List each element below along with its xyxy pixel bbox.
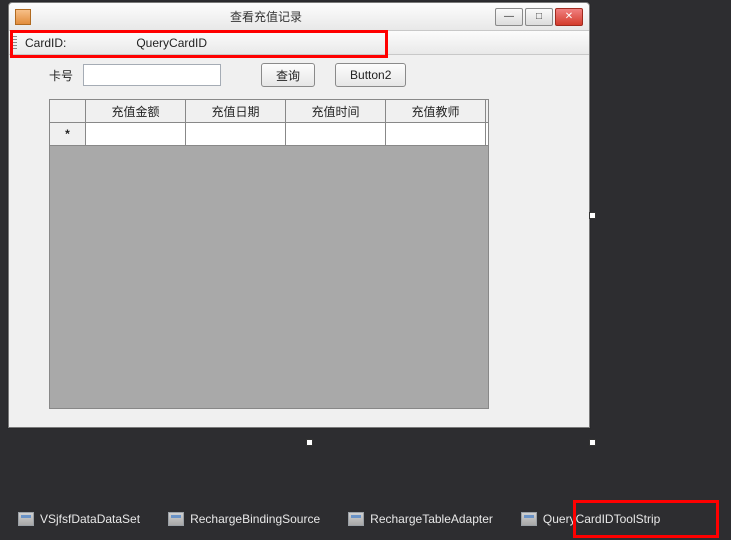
tray-toolstrip[interactable]: QueryCardIDToolStrip [521,506,660,532]
col-teacher[interactable]: 充值教师 [386,100,486,122]
titlebar[interactable]: 查看充值记录 — □ ✕ [9,3,589,31]
component-tray[interactable]: VSjfsfDataDataSet RechargeBindingSource … [18,506,660,532]
cell[interactable] [386,123,486,145]
selection-handle-right[interactable] [589,212,596,219]
maximize-button[interactable]: □ [525,8,553,26]
card-number-label: 卡号 [49,67,73,84]
bindingsource-icon [168,512,184,526]
selection-handle-corner[interactable] [589,439,596,446]
minimize-button[interactable]: — [495,8,523,26]
cell[interactable] [286,123,386,145]
cell[interactable] [86,123,186,145]
card-number-input[interactable] [83,64,221,86]
form-window[interactable]: 查看充值记录 — □ ✕ CardID: QueryCardID 卡号 查询 B… [8,2,590,428]
datagrid-new-row[interactable]: * [50,123,488,146]
cell[interactable] [186,123,286,145]
col-time[interactable]: 充值时间 [286,100,386,122]
toolstrip-grip-icon [13,36,17,50]
designer-surface[interactable]: 查看充值记录 — □ ✕ CardID: QueryCardID 卡号 查询 B… [8,2,592,442]
datagrid-header: 充值金额 充值日期 充值时间 充值教师 [50,100,488,123]
button2[interactable]: Button2 [335,63,406,87]
new-row-indicator: * [50,123,86,145]
query-button[interactable]: 查询 [261,63,315,87]
query-toolstrip[interactable]: CardID: QueryCardID [9,31,589,55]
tray-label: QueryCardIDToolStrip [543,512,660,526]
datagrid[interactable]: 充值金额 充值日期 充值时间 充值教师 * [49,99,489,409]
row-header-corner [50,100,86,122]
form-body: 卡号 查询 Button2 充值金额 充值日期 充值时间 充值教师 * [9,55,589,427]
app-icon [15,9,31,25]
col-amount[interactable]: 充值金额 [86,100,186,122]
tray-label: VSjfsfDataDataSet [40,512,140,526]
toolstrip-icon [521,512,537,526]
tray-label: RechargeTableAdapter [370,512,493,526]
window-buttons: — □ ✕ [495,8,583,26]
close-button[interactable]: ✕ [555,8,583,26]
toolstrip-querycardid-text[interactable]: QueryCardID [136,36,207,50]
tray-bindingsource[interactable]: RechargeBindingSource [168,506,320,532]
col-date[interactable]: 充值日期 [186,100,286,122]
selection-handle-bottom[interactable] [306,439,313,446]
search-row: 卡号 查询 Button2 [9,55,589,95]
dataset-icon [18,512,34,526]
window-title: 查看充值记录 [37,8,495,25]
tray-dataset[interactable]: VSjfsfDataDataSet [18,506,140,532]
tray-label: RechargeBindingSource [190,512,320,526]
tableadapter-icon [348,512,364,526]
toolstrip-cardid-label: CardID: [25,36,66,50]
tray-tableadapter[interactable]: RechargeTableAdapter [348,506,493,532]
